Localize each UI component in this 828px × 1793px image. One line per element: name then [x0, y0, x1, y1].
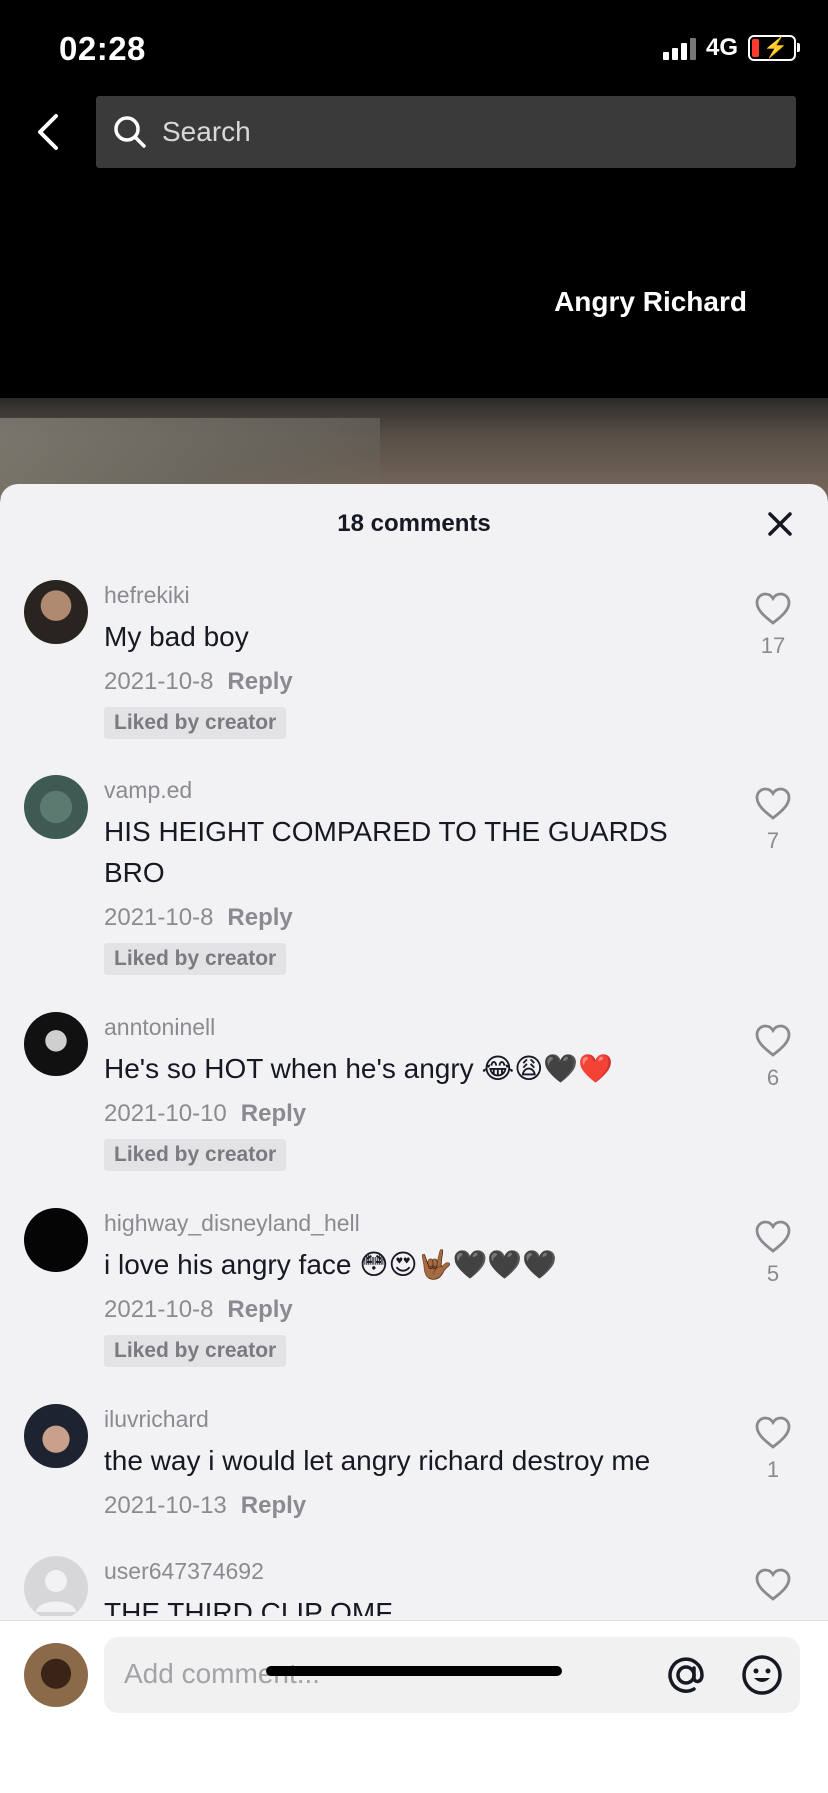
comment-date: 2021-10-8	[104, 668, 214, 695]
comment-username[interactable]: hefrekiki	[104, 580, 724, 610]
comment-text: THE THIRD CLIP OMF	[104, 1597, 393, 1616]
reply-button[interactable]: Reply	[227, 904, 292, 931]
liked-by-creator-badge: Liked by creator	[104, 1139, 287, 1171]
like-count: 17	[760, 633, 786, 658]
comment-date: 2021-10-10	[104, 1100, 227, 1127]
status-indicators: 4G ⚡	[662, 34, 800, 62]
close-icon	[768, 512, 792, 536]
search-input[interactable]	[160, 115, 724, 149]
heart-icon	[755, 1568, 791, 1601]
reply-button[interactable]: Reply	[227, 1296, 292, 1323]
comment-text: He's so HOT when he's angry 😂😩🖤❤️	[104, 1053, 614, 1084]
comments-header: 18 comments	[0, 484, 828, 562]
video-caption: Angry Richard	[554, 286, 747, 317]
like-count: 6	[766, 1065, 780, 1090]
smiley-icon	[742, 1655, 782, 1695]
search-bar[interactable]	[96, 96, 796, 168]
comments-count: 18 comments	[337, 510, 491, 537]
like-button[interactable]: 17	[748, 592, 798, 659]
liked-by-creator-badge: Liked by creator	[104, 707, 287, 739]
reply-button[interactable]: Reply	[241, 1100, 306, 1127]
comment-text: HIS HEIGHT COMPARED TO THE GUARDS BRO	[104, 816, 668, 888]
like-button[interactable]: 1	[748, 1416, 798, 1483]
comment-item: user647374692 THE THIRD CLIP OMF	[0, 1556, 828, 1616]
reply-button[interactable]: Reply	[227, 668, 292, 695]
video-frame	[0, 398, 828, 498]
liked-by-creator-badge: Liked by creator	[104, 1335, 287, 1367]
comment-text: i love his angry face 😳😍🤟🏾🖤🖤🖤	[104, 1249, 558, 1280]
back-button[interactable]	[26, 108, 74, 156]
comment-text: the way i would let angry richard destro…	[104, 1445, 651, 1476]
mention-button[interactable]	[664, 1653, 708, 1697]
like-button[interactable]: 5	[748, 1220, 798, 1287]
comments-sheet: 18 comments hefrekiki My bad boy 2021-10…	[0, 484, 828, 1792]
avatar[interactable]	[24, 1404, 88, 1468]
comment-username[interactable]: anntoninell	[104, 1012, 724, 1042]
emoji-button[interactable]	[740, 1653, 784, 1697]
like-button[interactable]: 6	[748, 1024, 798, 1091]
comment-username[interactable]: user647374692	[104, 1556, 724, 1586]
liked-by-creator-badge: Liked by creator	[104, 943, 287, 975]
comment-date: 2021-10-8	[104, 1296, 214, 1323]
at-sign-icon	[668, 1657, 704, 1693]
avatar[interactable]	[24, 1556, 88, 1616]
close-button[interactable]	[762, 506, 798, 542]
like-button[interactable]: 7	[748, 787, 798, 854]
comment-date: 2021-10-8	[104, 904, 214, 931]
status-time: 02:28	[59, 30, 146, 67]
signal-icon	[662, 36, 696, 60]
search-icon	[114, 116, 146, 148]
avatar[interactable]	[24, 580, 88, 644]
home-indicator[interactable]	[266, 1666, 562, 1676]
avatar[interactable]	[24, 1208, 88, 1272]
top-bar	[0, 96, 828, 168]
comment-username[interactable]: iluvrichard	[104, 1404, 724, 1434]
like-count: 7	[766, 828, 780, 853]
like-count: 1	[766, 1457, 780, 1482]
comment-composer	[0, 1620, 828, 1793]
current-user-avatar	[24, 1643, 88, 1707]
heart-icon	[755, 592, 791, 625]
status-bar: 02:28 4G ⚡	[0, 0, 828, 96]
heart-icon	[755, 787, 791, 820]
heart-icon	[755, 1024, 791, 1057]
battery-icon: ⚡	[748, 35, 800, 61]
heart-icon	[755, 1416, 791, 1449]
avatar[interactable]	[24, 775, 88, 839]
video-player[interactable]: Angry Richard	[0, 168, 828, 498]
chevron-left-icon	[38, 114, 58, 150]
reply-button[interactable]: Reply	[241, 1492, 306, 1519]
comment-text: My bad boy	[104, 621, 249, 652]
comment-date: 2021-10-13	[104, 1492, 227, 1519]
comment-username[interactable]: vamp.ed	[104, 775, 724, 805]
network-type: 4G	[705, 34, 738, 61]
like-button[interactable]	[748, 1568, 798, 1607]
like-count: 5	[766, 1261, 780, 1286]
avatar[interactable]	[24, 1012, 88, 1076]
comment-username[interactable]: highway_disneyland_hell	[104, 1208, 724, 1238]
default-avatar-icon	[36, 1570, 76, 1612]
heart-icon	[755, 1220, 791, 1253]
